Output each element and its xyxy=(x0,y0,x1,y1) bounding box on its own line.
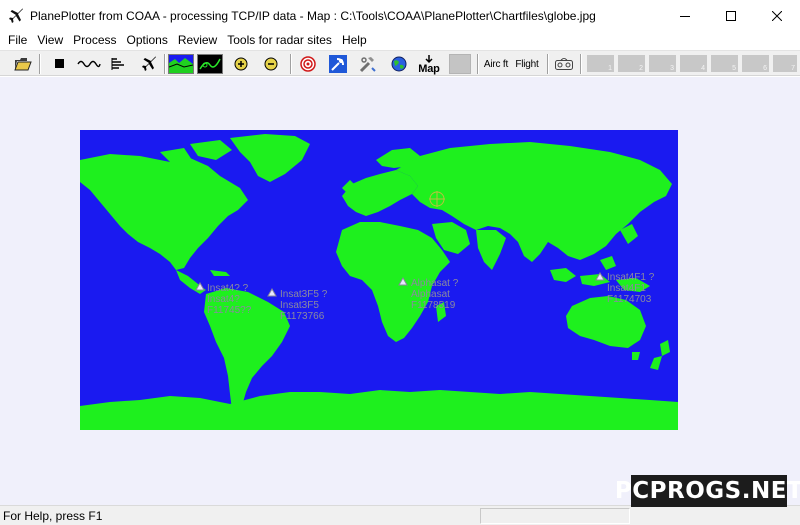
menu-process[interactable]: Process xyxy=(68,31,121,50)
map-button-label: Map xyxy=(418,63,440,75)
waveform-icon[interactable] xyxy=(76,54,102,74)
satellite-label-insat4[interactable]: Insat4? ? Insat4? F11745?? xyxy=(207,283,251,316)
preset-slot-3-label: 3 xyxy=(670,65,674,72)
airplane-icon[interactable] xyxy=(138,54,160,74)
status-pane xyxy=(480,508,630,524)
globe-icon[interactable] xyxy=(389,54,409,74)
satellite-label-insat3f5[interactable]: Insat3F5 ? Insat3F5 F1173766 xyxy=(280,289,327,322)
window-title: PlanePlotter from COAA - processing TCP/… xyxy=(30,8,596,23)
preset-slot-6[interactable]: 6 xyxy=(742,55,769,72)
satellite-name: Insat4? ? xyxy=(207,283,249,294)
zoom-in-icon[interactable] xyxy=(232,54,250,74)
satellite-id: Insat4F1 xyxy=(607,283,646,294)
status-help-text: For Help, press F1 xyxy=(3,509,103,523)
satellite-marker-icon[interactable] xyxy=(595,272,605,281)
title-bar: PlanePlotter from COAA - processing TCP/… xyxy=(0,0,800,31)
satellite-marker-icon[interactable] xyxy=(398,277,408,286)
map-view-icon[interactable] xyxy=(168,54,194,74)
satellite-id: Insat4? xyxy=(207,294,240,305)
satellite-marker-icon[interactable] xyxy=(195,282,205,291)
satellite-freq: F1178519 xyxy=(411,300,456,311)
menu-review[interactable]: Review xyxy=(173,31,222,50)
preset-slot-5[interactable]: 5 xyxy=(711,55,738,72)
preset-slot-4[interactable]: 4 xyxy=(680,55,707,72)
menu-tools-for-radar-sites[interactable]: Tools for radar sites xyxy=(222,31,337,50)
satellite-dish-icon[interactable] xyxy=(327,54,349,74)
target-icon[interactable] xyxy=(298,54,318,74)
toolbar-separator xyxy=(290,54,292,74)
world-map-graphic xyxy=(80,134,678,430)
menu-options[interactable]: Options xyxy=(122,31,173,50)
toolbar-separator xyxy=(164,54,166,74)
close-button[interactable] xyxy=(754,0,800,31)
toolbar-separator xyxy=(477,54,479,74)
menu-file[interactable]: File xyxy=(3,31,32,50)
radar-view-icon[interactable] xyxy=(197,54,223,74)
zoom-out-icon[interactable] xyxy=(262,54,280,74)
preset-slot-1[interactable]: 1 xyxy=(587,55,614,72)
map-button[interactable]: Map xyxy=(416,54,442,75)
map-workspace[interactable]: Insat4F1 ? Insat4F1 F1174703 Insat4? ? I… xyxy=(0,77,800,505)
satellite-id: Alphasat xyxy=(411,289,450,300)
world-map[interactable] xyxy=(80,130,678,430)
aircraft-button[interactable]: Airc ft xyxy=(482,54,510,74)
radio-icon[interactable] xyxy=(553,54,575,74)
satellite-freq: F1174703 xyxy=(607,294,652,305)
stop-button[interactable] xyxy=(50,54,70,74)
flight-button[interactable]: Flight xyxy=(513,54,541,74)
toolbar-separator xyxy=(580,54,582,74)
preset-slot-1-label: 1 xyxy=(608,65,612,72)
preset-slot-4-label: 4 xyxy=(701,65,705,72)
preset-slot-3[interactable]: 3 xyxy=(649,55,676,72)
menu-help[interactable]: Help xyxy=(337,31,372,50)
tools-icon[interactable] xyxy=(357,54,379,74)
toolbar: Map Airc ft Flight 1 2 3 4 5 6 7 xyxy=(0,50,800,76)
satellite-name: Insat3F5 ? xyxy=(280,289,328,300)
list-icon[interactable] xyxy=(108,54,128,74)
preset-slot-7-label: 7 xyxy=(791,65,795,72)
watermark-logo: PCPROGS.NET xyxy=(615,475,800,507)
open-folder-button[interactable] xyxy=(12,54,34,74)
menu-bar: File View Process Options Review Tools f… xyxy=(0,31,800,50)
satellite-name: Insat4F1 ? xyxy=(607,272,655,283)
preset-slot-6-label: 6 xyxy=(763,65,767,72)
preset-slot-2[interactable]: 2 xyxy=(618,55,645,72)
home-location-icon xyxy=(429,191,445,207)
minimize-button[interactable] xyxy=(662,0,708,31)
satellite-name: Alphasat ? xyxy=(411,278,459,289)
airplane-icon[interactable] xyxy=(8,8,24,24)
flight-button-label: Flight xyxy=(515,58,539,70)
maximize-button[interactable] xyxy=(708,0,754,31)
satellite-freq: F11745?? xyxy=(207,305,252,316)
preset-slot-5-label: 5 xyxy=(732,65,736,72)
status-bar: For Help, press F1 xyxy=(0,505,800,525)
disabled-button[interactable] xyxy=(449,54,471,74)
satellite-freq: F1173766 xyxy=(280,311,325,322)
satellite-label-insat4f1[interactable]: Insat4F1 ? Insat4F1 F1174703 xyxy=(607,272,654,305)
toolbar-separator xyxy=(547,54,549,74)
toolbar-separator xyxy=(39,54,41,74)
watermark-text: PCPROGS.NET xyxy=(614,478,800,504)
aircraft-button-label: Airc ft xyxy=(483,58,509,70)
satellite-label-alphasat[interactable]: Alphasat ? Alphasat F1178519 xyxy=(411,278,458,311)
satellite-marker-icon[interactable] xyxy=(267,288,277,297)
satellite-id: Insat3F5 xyxy=(280,300,319,311)
preset-slot-7[interactable]: 7 xyxy=(773,55,797,72)
window-controls xyxy=(662,0,800,31)
preset-slot-2-label: 2 xyxy=(639,65,643,72)
menu-view[interactable]: View xyxy=(32,31,68,50)
